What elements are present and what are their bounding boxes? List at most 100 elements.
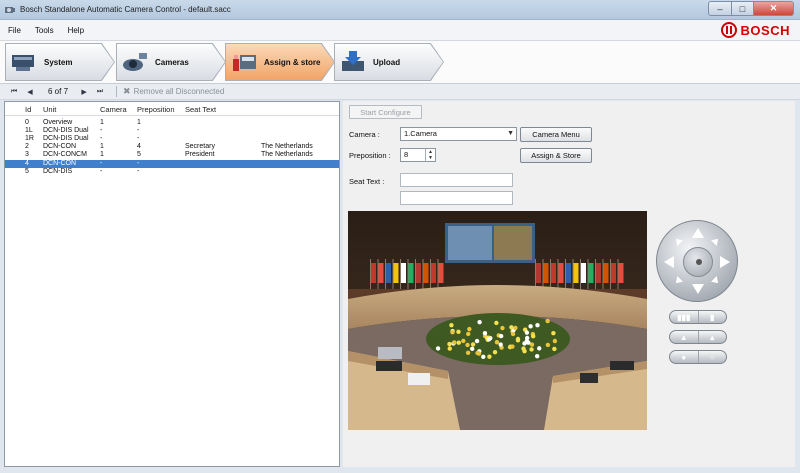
chevron-down-icon[interactable]: ▼ <box>507 128 514 140</box>
title-bar: Bosch Standalone Automatic Camera Contro… <box>0 0 800 20</box>
cell-preposition: - <box>137 159 140 167</box>
cell-unit: DCN-CONCM <box>43 151 87 159</box>
maximize-button[interactable]: □ <box>732 1 754 16</box>
pan-down-right-icon[interactable] <box>711 276 721 286</box>
preposition-label: Preposition : <box>349 151 391 160</box>
menu-help[interactable]: Help <box>68 26 84 35</box>
remove-all-disconnected-button[interactable]: Remove all Disconnected <box>134 87 225 96</box>
cell-id: 1R <box>25 135 34 143</box>
step-assign-store[interactable]: Assign & store <box>226 44 334 80</box>
app-icon <box>5 6 15 13</box>
cell-id: 4 <box>25 159 29 167</box>
pan-right-icon[interactable] <box>720 256 730 268</box>
camera-select-value: 1.Camera <box>404 129 437 138</box>
camera-menu-button[interactable]: Camera Menu <box>520 127 592 142</box>
cell-seat-text: Secretary <box>185 143 215 151</box>
cell-preposition: - <box>137 127 140 135</box>
assign-store-button[interactable]: Assign & Store <box>520 148 592 163</box>
tilt-up-icon[interactable] <box>692 228 704 238</box>
cell-id: 1L <box>25 127 33 135</box>
cell-unit: DCN-DIS Dual <box>43 127 89 135</box>
col-unit[interactable]: Unit <box>43 105 56 114</box>
col-preposition[interactable]: Preposition <box>137 105 175 114</box>
zoom-in-icon[interactable]: ▮ <box>697 311 727 323</box>
camera-live-view[interactable] <box>348 211 647 430</box>
cell-id: 3 <box>25 151 29 159</box>
pan-up-right-icon[interactable] <box>711 236 721 246</box>
last-record-icon[interactable]: ⏭ <box>94 88 106 96</box>
col-camera[interactable]: Camera <box>100 105 127 114</box>
camera-select[interactable]: 1.Camera ▼ <box>400 127 517 141</box>
home-position-icon[interactable] <box>683 247 713 277</box>
spin-arrows-icon[interactable]: ▲ ▼ <box>425 149 435 161</box>
seat-text-input-2[interactable] <box>400 191 513 205</box>
iris-close-icon[interactable]: ● <box>670 351 698 363</box>
window-controls: – □ ✕ <box>708 1 794 16</box>
grid-header: Id Unit Camera Preposition Seat Text <box>5 102 339 116</box>
toolbar-separator <box>116 86 118 97</box>
col-id[interactable]: Id <box>25 105 31 114</box>
cell-camera: - <box>100 127 103 135</box>
system-icon <box>12 55 34 71</box>
pan-tilt-control[interactable] <box>656 220 738 302</box>
step-system[interactable]: System <box>6 44 114 80</box>
focus-far-icon[interactable]: ▴ <box>697 331 727 343</box>
cell-camera: - <box>100 135 103 143</box>
assign-store-icon <box>233 55 256 71</box>
menu-file[interactable]: File <box>8 26 21 35</box>
camera-icon <box>123 53 147 71</box>
cell-country: The Netherlands <box>261 151 313 159</box>
table-row[interactable]: 2 DCN-CON 1 4 Secretary The Netherlands <box>5 143 339 151</box>
preposition-stepper[interactable]: 8 ▲ ▼ <box>400 148 436 162</box>
cell-id: 2 <box>25 143 29 151</box>
pan-left-icon[interactable] <box>664 256 674 268</box>
table-row[interactable]: 1R DCN-DIS Dual - - <box>5 135 339 143</box>
pan-up-left-icon[interactable] <box>673 236 683 246</box>
menu-tools[interactable]: Tools <box>35 26 54 35</box>
preposition-value: 8 <box>404 150 409 159</box>
iris-open-icon[interactable]: ○ <box>697 351 727 363</box>
next-record-icon[interactable]: ▶ <box>78 88 90 96</box>
zoom-control: ▮▮▮ ▮ <box>669 310 727 324</box>
focus-control: ▲ ▴ <box>669 330 727 344</box>
cell-preposition: 5 <box>137 151 141 159</box>
start-configure-button[interactable]: Start Configure <box>349 105 422 119</box>
cell-country: The Netherlands <box>261 143 313 151</box>
cell-camera: 1 <box>100 143 104 151</box>
previous-record-icon[interactable]: ◀ <box>24 88 36 96</box>
first-record-icon[interactable]: ⏮ <box>8 88 20 96</box>
tilt-down-icon[interactable] <box>692 284 704 294</box>
pan-down-left-icon[interactable] <box>673 276 683 286</box>
table-row[interactable]: 1L DCN-DIS Dual - - <box>5 127 339 135</box>
close-button[interactable]: ✕ <box>754 1 794 16</box>
window-title: Bosch Standalone Automatic Camera Contro… <box>20 5 231 14</box>
record-navigator: ⏮ ◀ 6 of 7 ▶ ⏭ ✖ Remove all Disconnected <box>0 84 800 100</box>
configuration-panel: Start Configure Camera : 1.Camera ▼ Came… <box>343 101 795 467</box>
col-seat-text[interactable]: Seat Text <box>185 105 216 114</box>
table-row[interactable]: 4 DCN-CON - - <box>5 159 339 168</box>
table-row[interactable]: 0 Overview 1 1 <box>5 119 339 127</box>
record-position: 6 of 7 <box>48 87 69 96</box>
step-cameras[interactable]: Cameras <box>117 44 225 80</box>
seat-text-input-1[interactable] <box>400 173 513 187</box>
workflow-steps: System Cameras Assign & store Upload <box>0 40 800 84</box>
focus-near-icon[interactable]: ▲ <box>670 331 698 343</box>
table-row[interactable]: 5 DCN-DIS - - <box>5 168 339 176</box>
zoom-out-icon[interactable]: ▮▮▮ <box>670 311 698 323</box>
seat-text-label: Seat Text : <box>349 177 385 186</box>
cell-camera: - <box>100 167 103 175</box>
step-upload[interactable]: Upload <box>335 44 443 80</box>
cell-unit: DCN-CON <box>43 143 77 151</box>
minimize-button[interactable]: – <box>708 1 732 16</box>
cell-id: 0 <box>25 119 29 126</box>
remove-icon: ✖ <box>123 86 131 96</box>
cell-camera: - <box>100 159 103 167</box>
bosch-logo: BOSCH <box>720 22 790 38</box>
cell-preposition: 4 <box>137 143 141 151</box>
bosch-armature-icon <box>720 22 737 38</box>
camera-image <box>348 211 647 430</box>
iris-control: ● ○ <box>669 350 727 364</box>
cell-camera: 1 <box>100 151 104 159</box>
table-row[interactable]: 3 DCN-CONCM 1 5 President The Netherlands <box>5 151 339 159</box>
camera-label: Camera : <box>349 130 380 139</box>
